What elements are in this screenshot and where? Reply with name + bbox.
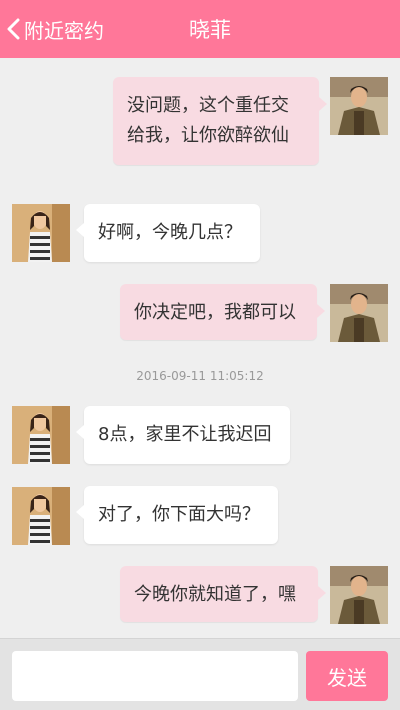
top-bar: 附近密约 晓菲 (0, 0, 400, 58)
send-button[interactable]: 发送 (306, 651, 388, 701)
chat-title: 晓菲 (189, 18, 231, 42)
composer-bar: 发送 (0, 638, 400, 710)
message-timestamp: 2016-09-11 11:05:12 (136, 369, 264, 383)
contact-avatar[interactable] (12, 204, 70, 262)
man-avatar-icon (330, 284, 388, 342)
my-avatar[interactable] (330, 77, 388, 135)
woman-avatar-icon (12, 406, 70, 464)
message-bubble-sent[interactable]: 你决定吧，我都可以 (120, 284, 325, 340)
message-bubble-received[interactable]: 8点，家里不让我迟回 (76, 406, 290, 464)
my-avatar[interactable] (330, 566, 388, 624)
message-bubble-sent[interactable]: 今晚你就知道了，嘿 (120, 566, 326, 622)
message-input[interactable] (12, 651, 298, 701)
message-bubble-received[interactable]: 好啊，今晚几点？ (76, 204, 260, 262)
woman-avatar-icon (12, 487, 70, 545)
contact-avatar[interactable] (12, 406, 70, 464)
message-bubble-sent[interactable]: 没问题，这个重任交给我，让你欲醉欲仙 (113, 77, 327, 165)
man-avatar-icon (330, 77, 388, 135)
message-list[interactable]: 没问题，这个重任交给我，让你欲醉欲仙 好啊，今晚几点？ 你决定吧，我都可以 20… (0, 58, 400, 638)
my-avatar[interactable] (330, 284, 388, 342)
man-avatar-icon (330, 566, 388, 624)
woman-avatar-icon (12, 204, 70, 262)
contact-avatar[interactable] (12, 487, 70, 545)
message-bubble-received[interactable]: 对了，你下面大吗？ (76, 486, 278, 544)
